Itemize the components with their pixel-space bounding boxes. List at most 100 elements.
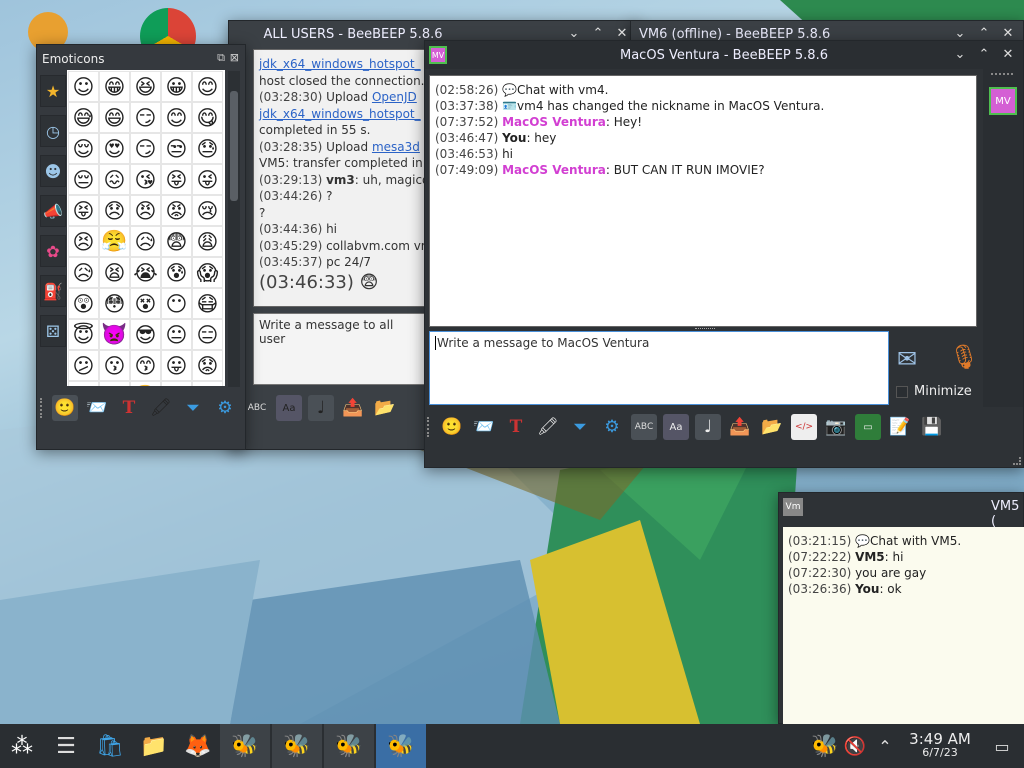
save-icon[interactable]: 💾 [919, 414, 945, 440]
html-icon[interactable]: </> [791, 414, 817, 440]
emoji-cell[interactable]: 😊 [161, 102, 192, 133]
people-icon[interactable]: ☻ [40, 155, 66, 187]
emoji-cell[interactable]: 😙 [130, 350, 161, 381]
emoji-cell[interactable]: 😋 [192, 102, 223, 133]
clock-icon[interactable]: ◷ [40, 115, 66, 147]
star-icon[interactable]: ★ [40, 75, 66, 107]
spellcheck-icon[interactable]: ABC [244, 395, 270, 421]
clock[interactable]: 3:49 AM 6/7/23 [900, 732, 980, 760]
sender-name[interactable]: VM5 [855, 550, 885, 564]
emoji-cell[interactable]: 😏 [130, 102, 161, 133]
folder-icon[interactable]: 📂 [372, 395, 398, 421]
megaphone-icon[interactable]: 📣 [40, 195, 66, 227]
title-bar[interactable]: Vm VM5 ( [779, 493, 1023, 529]
color-icon[interactable]: 🖍 [535, 414, 561, 440]
sender-name[interactable]: You [855, 582, 879, 596]
emoji-cell[interactable]: 😲 [68, 288, 99, 319]
emoji-cell[interactable]: 😭 [130, 257, 161, 288]
beebeep-task-1[interactable]: 🐝 [220, 724, 270, 768]
emoji-cell[interactable]: 😶 [161, 288, 192, 319]
emoji-cell[interactable]: 😣 [68, 226, 99, 257]
note-icon[interactable]: ♩ [695, 414, 721, 440]
maximize-icon[interactable]: ⌃ [591, 27, 605, 41]
message-text[interactable]: jdk_x64_windows_hotspot_ [259, 107, 421, 121]
chevron-up-icon[interactable]: ⌃ [870, 724, 900, 768]
settings-icon[interactable]: ⚙ [599, 414, 625, 440]
chevron-down-icon[interactable]: ⌄ [953, 27, 967, 41]
notes-icon[interactable]: 📝 [887, 414, 913, 440]
emoji-cell[interactable]: 😅 [68, 102, 99, 133]
send-icon[interactable]: ✉ [897, 345, 917, 373]
terminal-icon[interactable]: ▭ [855, 414, 881, 440]
folder-icon[interactable]: 📂 [759, 414, 785, 440]
emoji-cell[interactable]: 😩 [192, 226, 223, 257]
title-bar[interactable]: MV MacOS Ventura - BeeBEEP 5.8.6 ⌄ ⌃ ✕ [425, 41, 1023, 69]
beebeep-task-3[interactable]: 🐝 [324, 724, 374, 768]
file-manager-icon[interactable]: 📁 [132, 724, 176, 768]
emoji-cell[interactable]: 😇 [68, 319, 99, 350]
emoji-cell[interactable]: 😦 [68, 381, 99, 386]
toolbar-grip[interactable] [40, 398, 44, 418]
emoji-cell[interactable]: 😰 [161, 257, 192, 288]
emoji-cell[interactable]: ☺ [68, 71, 99, 102]
emoji-cell[interactable]: 😤 [99, 226, 130, 257]
emoji-cell[interactable]: 😳 [99, 288, 130, 319]
emoji-scrollbar[interactable] [228, 71, 240, 387]
spellcheck-icon[interactable]: ABC [631, 414, 657, 440]
emoji-cell[interactable]: 😊 [192, 71, 223, 102]
emoji-cell[interactable]: 😑 [192, 319, 223, 350]
emoji-cell[interactable]: 😏 [130, 133, 161, 164]
emoji-cell[interactable]: 😝 [161, 164, 192, 195]
screenshot-icon[interactable]: 📷 [823, 414, 849, 440]
color-icon[interactable]: 🖍 [148, 395, 174, 421]
send-file-icon[interactable]: 📨 [84, 395, 110, 421]
microphone-icon[interactable]: 🎙 [949, 343, 979, 371]
emoji-cell[interactable]: 😆 [130, 71, 161, 102]
message-text[interactable]: jdk_x64_windows_hotspot_ [259, 57, 421, 71]
message-input[interactable]: Write a message to MacOS Ventura [429, 331, 889, 405]
beebeep-task-2[interactable]: 🐝 [272, 724, 322, 768]
send-file-icon[interactable]: 📨 [471, 414, 497, 440]
float-icon[interactable]: ⧉ [217, 51, 225, 65]
volume-muted-icon[interactable]: 🔇 [840, 724, 870, 768]
minimize-checkbox[interactable] [896, 386, 908, 398]
font-size-icon[interactable]: Aa [663, 414, 689, 440]
sender-name[interactable]: You [502, 131, 526, 145]
emoji-cell[interactable]: 😧 [99, 381, 130, 386]
sender-name[interactable]: vm3 [326, 173, 355, 187]
emoji-cell[interactable]: 😄 [99, 102, 130, 133]
flower-icon[interactable]: ✿ [40, 235, 66, 267]
emoji-cell[interactable]: 😱 [192, 257, 223, 288]
user-avatar[interactable]: MV [989, 87, 1017, 115]
resize-grip[interactable] [1013, 457, 1021, 465]
emoji-cell[interactable]: 😞 [99, 195, 130, 226]
emoji-cell[interactable]: 😯 [192, 381, 223, 386]
emoji-cell[interactable]: 😵 [130, 288, 161, 319]
emoji-cell[interactable]: 😗 [99, 350, 130, 381]
emoji-cell[interactable]: 😷 [192, 288, 223, 319]
emoji-cell[interactable]: 😫 [99, 257, 130, 288]
emoji-cell[interactable]: 😠 [130, 195, 161, 226]
emoji-cell[interactable]: 😀 [161, 71, 192, 102]
sender-name[interactable]: MacOS Ventura [502, 115, 606, 129]
emoji-cell[interactable]: 😢 [192, 195, 223, 226]
note-icon[interactable]: ♩ [308, 395, 334, 421]
share-icon[interactable]: 📤 [727, 414, 753, 440]
emoji-cell[interactable]: 😎 [130, 319, 161, 350]
file-link[interactable]: mesa3d [372, 140, 420, 154]
emoji-cell[interactable]: 😝 [68, 195, 99, 226]
beebeep-tray-icon[interactable]: 🐝 [810, 724, 840, 768]
emoji-cell[interactable]: 👿 [99, 319, 130, 350]
chevron-down-icon[interactable]: ⌄ [567, 27, 581, 41]
font-icon[interactable]: T [503, 414, 529, 440]
close-icon[interactable]: ⊠ [230, 51, 239, 64]
chevron-down-icon[interactable]: ⌄ [953, 48, 967, 62]
toolbar-grip[interactable] [427, 417, 431, 437]
emoji-cell[interactable]: 😍 [99, 133, 130, 164]
system-settings-icon[interactable]: ☰ [44, 724, 88, 768]
emoji-cell[interactable]: 😛 [161, 350, 192, 381]
objects-icon[interactable]: ⛽ [40, 275, 66, 307]
emoji-cell[interactable]: 😥 [130, 226, 161, 257]
font-icon[interactable]: T [116, 395, 142, 421]
beebeep-task-4[interactable]: 🐝 [376, 724, 426, 768]
